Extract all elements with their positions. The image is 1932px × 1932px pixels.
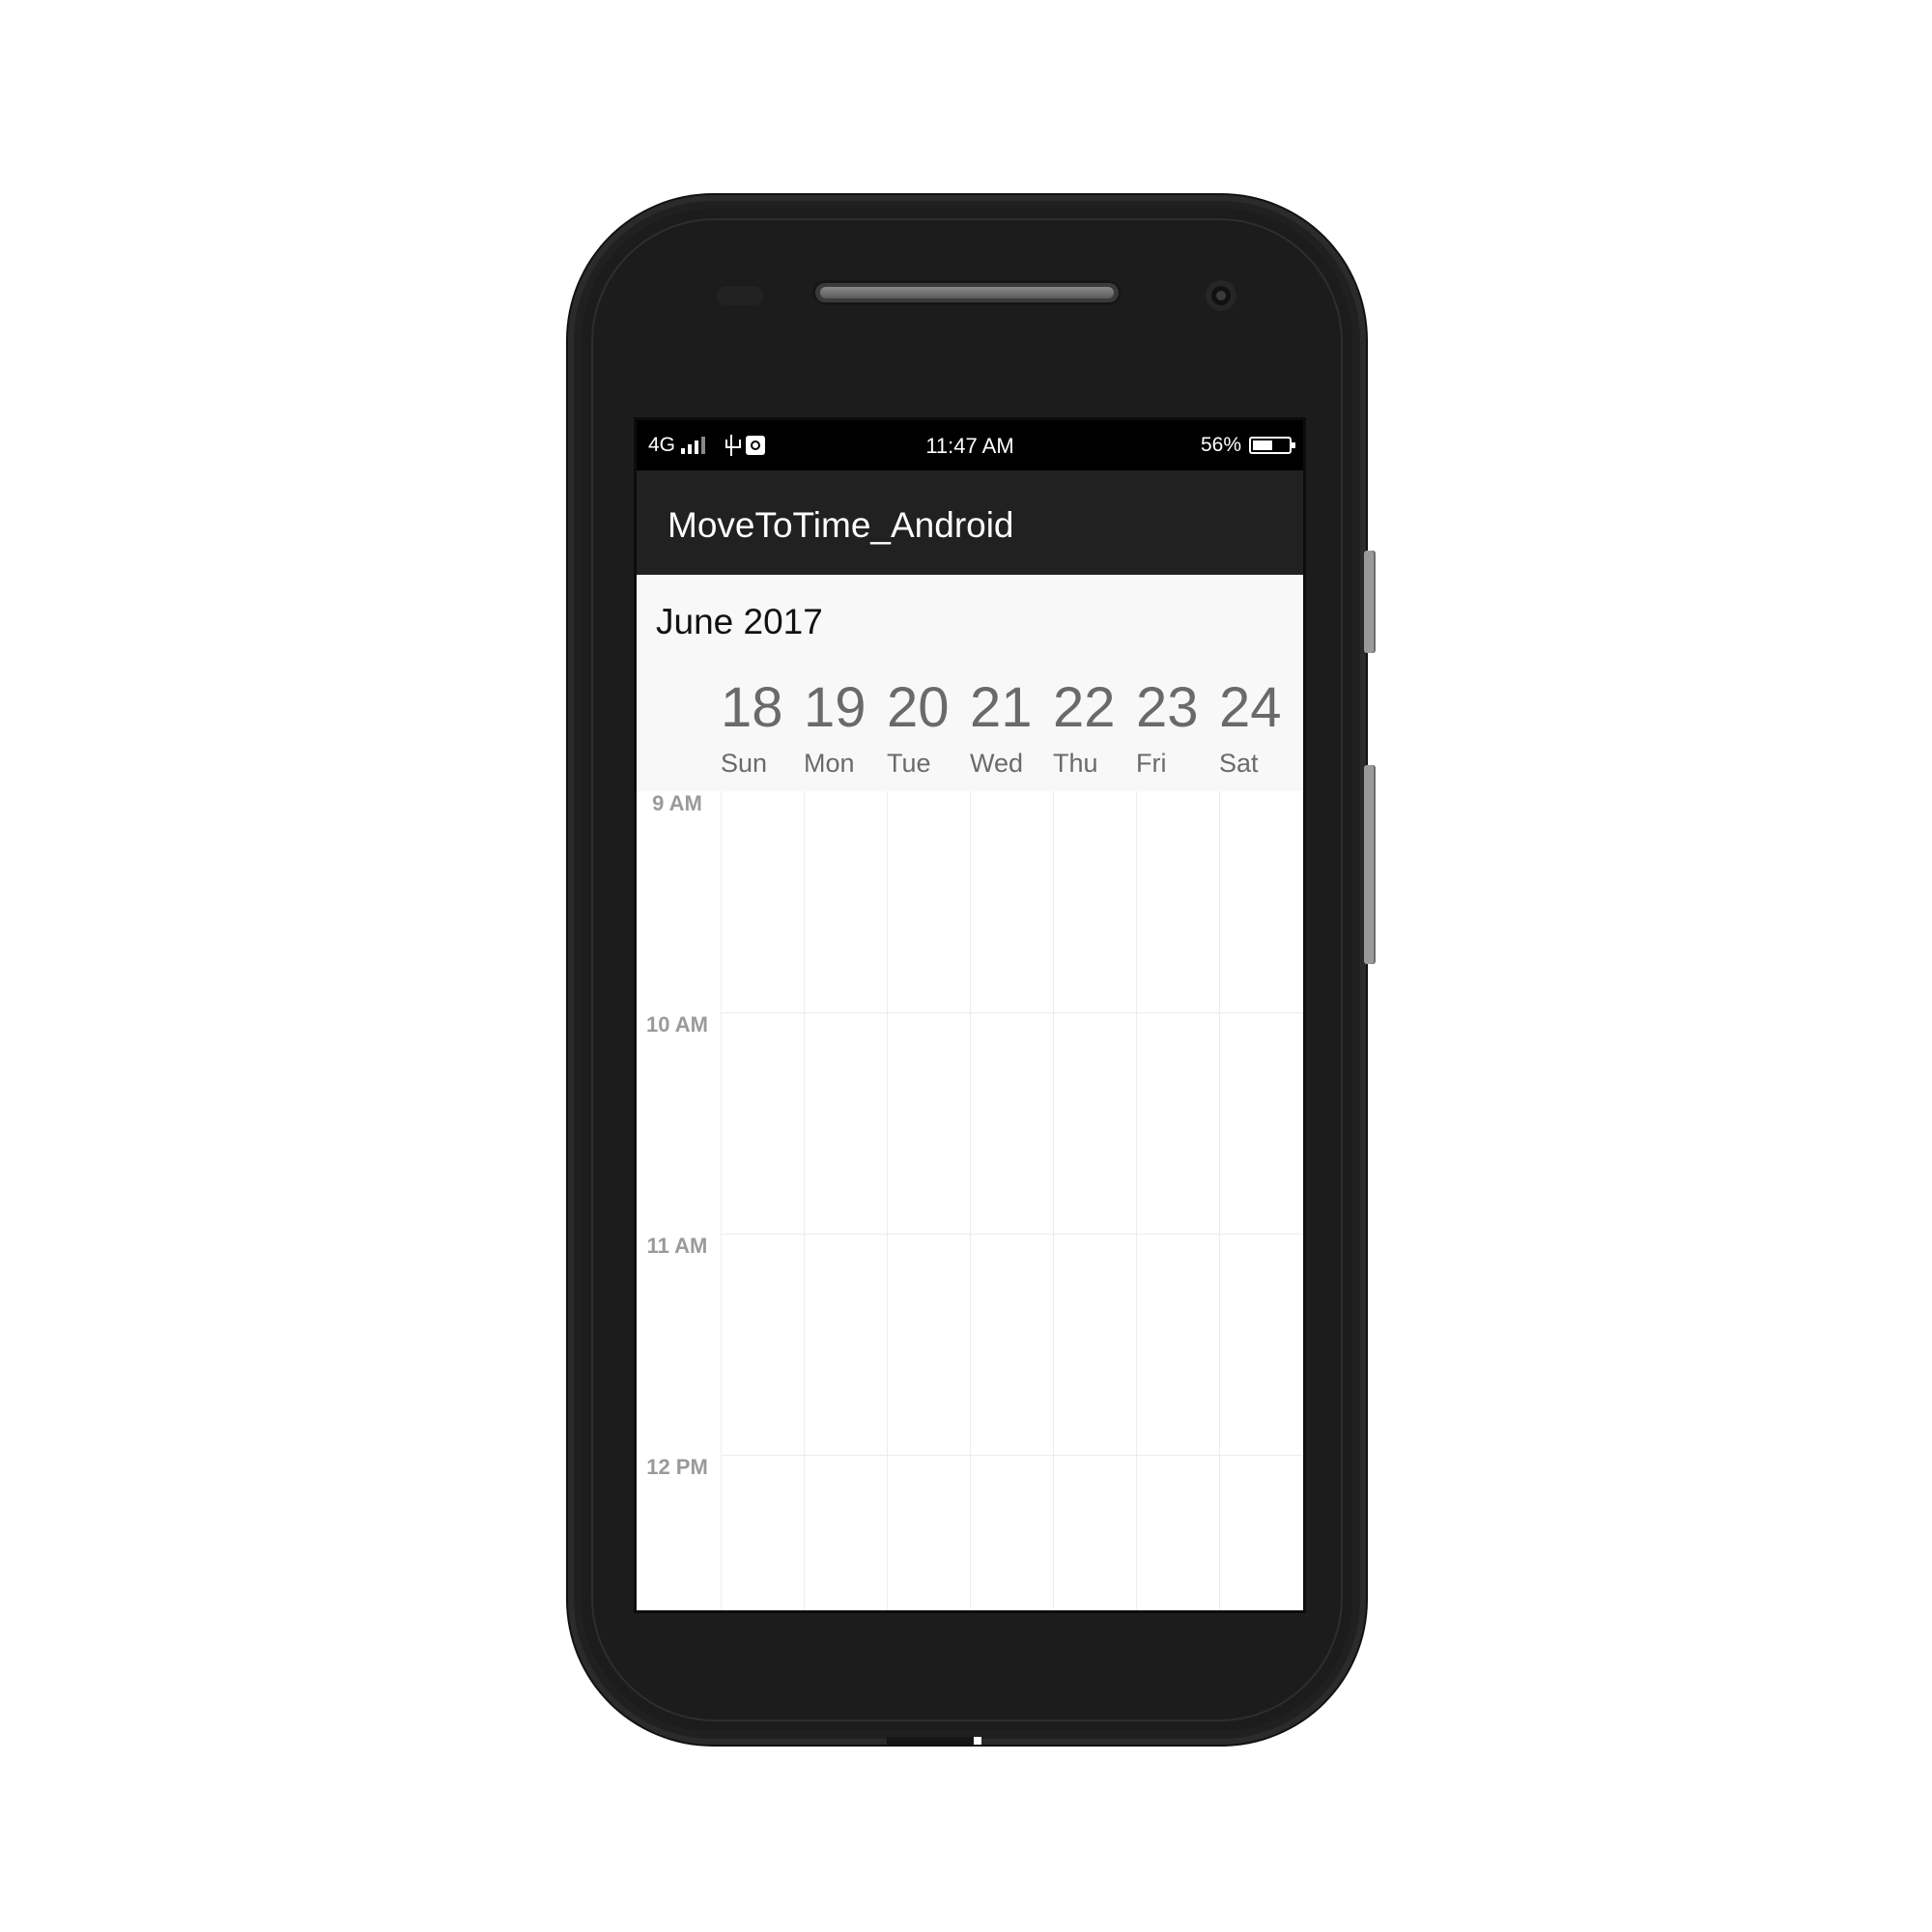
day-name: Sat [1219, 749, 1259, 778]
grid-row-line [721, 1455, 1303, 1456]
day-header-row: 18 Sun 19 Mon 20 Tue 21 Wed 22 Thu 23 Fr… [721, 675, 1303, 791]
day-number: 21 [970, 676, 1033, 739]
time-label-11am: 11 AM [646, 1234, 708, 1258]
grid-column-line [1053, 791, 1054, 1610]
grid-column-line [1219, 791, 1220, 1610]
day-number: 24 [1219, 676, 1282, 739]
time-label-10am: 10 AM [646, 1012, 708, 1037]
status-bar: 4G 11:47 AM 56% [637, 420, 1303, 470]
day-number: 19 [804, 676, 867, 739]
day-header-sat[interactable]: 24 Sat [1219, 675, 1302, 791]
grid-column-line [970, 791, 971, 1610]
day-name: Wed [970, 749, 1024, 778]
power-button[interactable] [1364, 551, 1376, 653]
day-name: Sun [721, 749, 768, 778]
week-calendar: June 2017 18 Sun 19 Mon 20 Tue 21 Wed 22… [637, 575, 1303, 1610]
grid-column-line [721, 791, 722, 1610]
day-header-fri[interactable]: 23 Fri [1136, 675, 1219, 791]
time-label-9am: 9 AM [652, 791, 702, 815]
month-title: June 2017 [656, 602, 823, 641]
day-name: Fri [1136, 749, 1167, 778]
calendar-header: June 2017 18 Sun 19 Mon 20 Tue 21 Wed 22… [637, 575, 1303, 791]
day-number: 18 [721, 676, 783, 739]
day-name: Tue [887, 749, 931, 778]
phone-screen: 4G 11:47 AM 56% MoveToTime_Android June … [634, 417, 1306, 1613]
proximity-sensor [717, 286, 763, 305]
grid-column-line [887, 791, 888, 1610]
grid-column-line [804, 791, 805, 1610]
app-bar: MoveToTime_Android [637, 470, 1303, 575]
bottom-notch-gap [974, 1737, 981, 1745]
day-number: 23 [1136, 676, 1199, 739]
grid-row-line [721, 1234, 1303, 1235]
day-number: 20 [887, 676, 950, 739]
battery-icon [1249, 437, 1295, 454]
volume-button[interactable] [1364, 765, 1376, 964]
battery-percent: 56% [1200, 434, 1241, 456]
earpiece-speaker [812, 280, 1122, 305]
grid-row-line [721, 1012, 1303, 1013]
day-number: 22 [1053, 676, 1116, 739]
bottom-notch-left [887, 1737, 974, 1745]
day-name: Thu [1053, 749, 1098, 778]
day-header-sun[interactable]: 18 Sun [721, 675, 804, 791]
day-header-wed[interactable]: 21 Wed [970, 675, 1053, 791]
day-name: Mon [804, 749, 855, 778]
front-camera-icon [1206, 280, 1236, 311]
time-grid[interactable]: 9 AM 10 AM 11 AM 12 PM [637, 791, 1303, 1610]
app-title: MoveToTime_Android [668, 505, 1014, 545]
status-right-group: 56% [1200, 434, 1295, 457]
day-header-mon[interactable]: 19 Mon [804, 675, 887, 791]
day-header-tue[interactable]: 20 Tue [887, 675, 970, 791]
day-header-thu[interactable]: 22 Thu [1053, 675, 1136, 791]
time-label-12pm: 12 PM [646, 1455, 708, 1479]
grid-column-line [1136, 791, 1137, 1610]
